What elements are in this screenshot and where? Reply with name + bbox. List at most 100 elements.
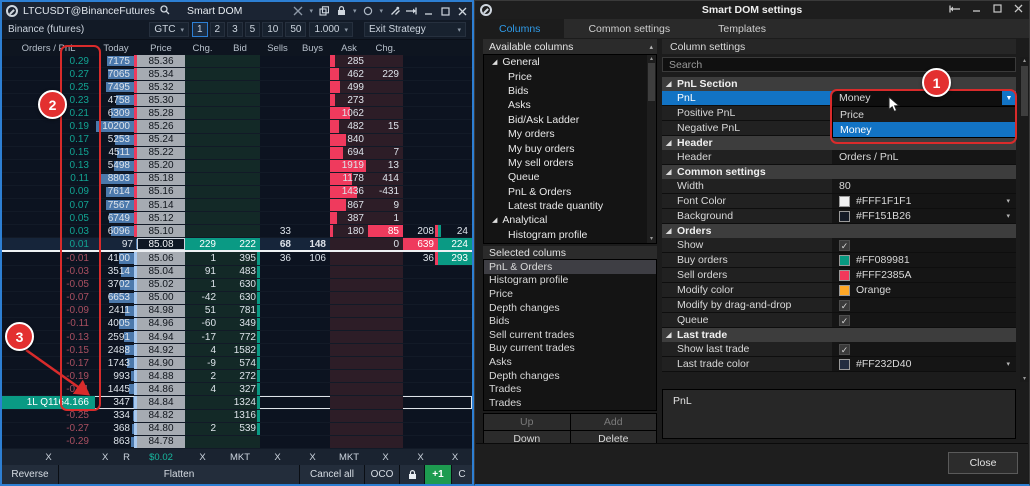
tree-item-my-buy-orders[interactable]: My buy orders (484, 141, 656, 155)
cell-pnl[interactable]: 0.29 (2, 55, 95, 67)
settings-section-orders[interactable]: ◢Orders (662, 224, 1016, 238)
tree-item-queue[interactable]: Queue (484, 170, 656, 184)
cell-today[interactable]: 6096 (95, 225, 137, 237)
lock-trading-button[interactable] (400, 465, 424, 484)
column-action-cell[interactable]: $0.02 (137, 452, 185, 463)
cell-sells[interactable] (260, 68, 295, 80)
plus-one-button[interactable]: +1 (425, 465, 451, 484)
cell-buys[interactable] (295, 410, 330, 422)
cell-buys[interactable] (295, 279, 330, 291)
cell-chg2[interactable] (368, 305, 403, 317)
cell-chg2[interactable]: 414 (368, 173, 403, 185)
cell-ask[interactable] (330, 318, 368, 330)
setting-row-show-last-trade[interactable]: Show last trade✓ (662, 342, 1016, 357)
cell-sells[interactable] (260, 134, 295, 146)
cell-sells[interactable] (260, 344, 295, 356)
cell-t2[interactable] (438, 55, 472, 67)
cell-pnl[interactable]: 0.17 (2, 134, 95, 146)
color-swatch[interactable] (839, 196, 850, 207)
cell-chg2[interactable]: 85 (368, 225, 403, 237)
ladder-row-84.84[interactable]: 1L Q1164.16634784.841324 (2, 396, 472, 409)
cell-chg[interactable] (185, 436, 220, 448)
selected-column-histogram-profile[interactable]: Histogram profile (484, 274, 656, 288)
close-button[interactable]: Close (948, 452, 1018, 474)
cell-bid[interactable] (220, 199, 260, 211)
cell-buys[interactable] (295, 147, 330, 159)
cell-bid[interactable]: 395 (220, 252, 260, 264)
cell-chg[interactable]: 1 (185, 252, 220, 264)
volume-select[interactable]: 1.000▾ (309, 22, 353, 37)
column-action-cell[interactable]: XR (95, 452, 137, 463)
cell-chg[interactable]: -42 (185, 292, 220, 304)
circle-marker-icon[interactable] (362, 6, 373, 17)
cell-chg[interactable] (185, 120, 220, 132)
cell-bid[interactable]: 630 (220, 279, 260, 291)
cell-today[interactable]: 5498 (95, 160, 137, 172)
cell-t2[interactable] (438, 318, 472, 330)
cell-chg2[interactable]: 1 (368, 212, 403, 224)
cell-t2[interactable] (438, 147, 472, 159)
qty-button-10[interactable]: 10 (262, 22, 283, 37)
cell-buys[interactable] (295, 107, 330, 119)
cell-price[interactable]: 84.94 (137, 331, 185, 343)
setting-row-queue[interactable]: Queue✓ (662, 313, 1016, 328)
cell-buys[interactable] (295, 55, 330, 67)
cell-chg[interactable] (185, 225, 220, 237)
cell-sells[interactable] (260, 331, 295, 343)
cell-buys[interactable] (295, 225, 330, 237)
cell-chg[interactable]: 4 (185, 383, 220, 395)
ladder-row-85.08[interactable]: 0.019785.08229222681480639224 (2, 238, 472, 252)
cell-bid[interactable]: 772 (220, 331, 260, 343)
cell-buys[interactable] (295, 160, 330, 172)
cell-buys[interactable] (295, 370, 330, 382)
cell-chg2[interactable] (368, 134, 403, 146)
cell-sells[interactable] (260, 186, 295, 198)
cell-pnl[interactable]: 0.27 (2, 68, 95, 80)
selected-column-asks[interactable]: Asks (484, 355, 656, 369)
cell-today[interactable]: 347 (95, 396, 137, 408)
cell-chg2[interactable]: 229 (368, 68, 403, 80)
cell-t2[interactable] (438, 279, 472, 291)
cell-bid[interactable] (220, 120, 260, 132)
cell-pnl[interactable]: 0.19 (2, 120, 95, 132)
selected-column-depth-changes[interactable]: Depth changes (484, 369, 656, 383)
cell-chg2[interactable] (368, 383, 403, 395)
cell-t1[interactable] (403, 186, 438, 198)
tree-item-my-orders[interactable]: My orders (484, 127, 656, 141)
cell-buys[interactable] (295, 331, 330, 343)
cell-buys[interactable] (295, 292, 330, 304)
ladder-row-84.86[interactable]: -0.21144584.864327 (2, 383, 472, 396)
ladder-row-85.24[interactable]: 0.17525385.24840 (2, 134, 472, 147)
cell-today[interactable]: 2411 (95, 305, 137, 317)
ladder-row-85.32[interactable]: 0.25749585.32499 (2, 81, 472, 94)
selected-column-buy-current-trades[interactable]: Buy current trades (484, 342, 656, 356)
column-action-cell[interactable]: X (438, 452, 472, 463)
cell-t1[interactable] (403, 147, 438, 159)
cell-chg[interactable]: 91 (185, 266, 220, 278)
cell-t1[interactable] (403, 107, 438, 119)
cell-sells[interactable] (260, 212, 295, 224)
tree-expand-icon[interactable]: ◢ (492, 216, 497, 224)
selected-column-trades[interactable]: Trades (484, 382, 656, 396)
ladder-row-84.98[interactable]: -0.09241184.9851781 (2, 305, 472, 318)
setting-row-background[interactable]: Background#FF151B26▾ (662, 209, 1016, 224)
cell-price[interactable]: 85.00 (137, 292, 185, 304)
ladder-row-85.22[interactable]: 0.15451185.226947 (2, 147, 472, 160)
column-action-cell[interactable]: X (403, 452, 438, 463)
cell-t1[interactable] (403, 160, 438, 172)
cell-buys[interactable] (295, 199, 330, 211)
cell-t1[interactable] (403, 134, 438, 146)
cell-t1[interactable] (403, 410, 438, 422)
cell-buys[interactable] (295, 436, 330, 448)
color-swatch[interactable] (839, 270, 850, 281)
cell-sells[interactable] (260, 160, 295, 172)
cell-chg2[interactable] (368, 279, 403, 291)
qty-button-1[interactable]: 1 (192, 22, 208, 37)
cell-sells[interactable]: 36 (260, 252, 295, 264)
cell-bid[interactable] (220, 436, 260, 448)
cell-t1[interactable] (403, 292, 438, 304)
dropdown-option-money[interactable]: Money (833, 122, 1015, 137)
cell-t2[interactable] (438, 81, 472, 93)
tree-expand-icon[interactable]: ◢ (492, 58, 497, 66)
cell-bid[interactable] (220, 68, 260, 80)
